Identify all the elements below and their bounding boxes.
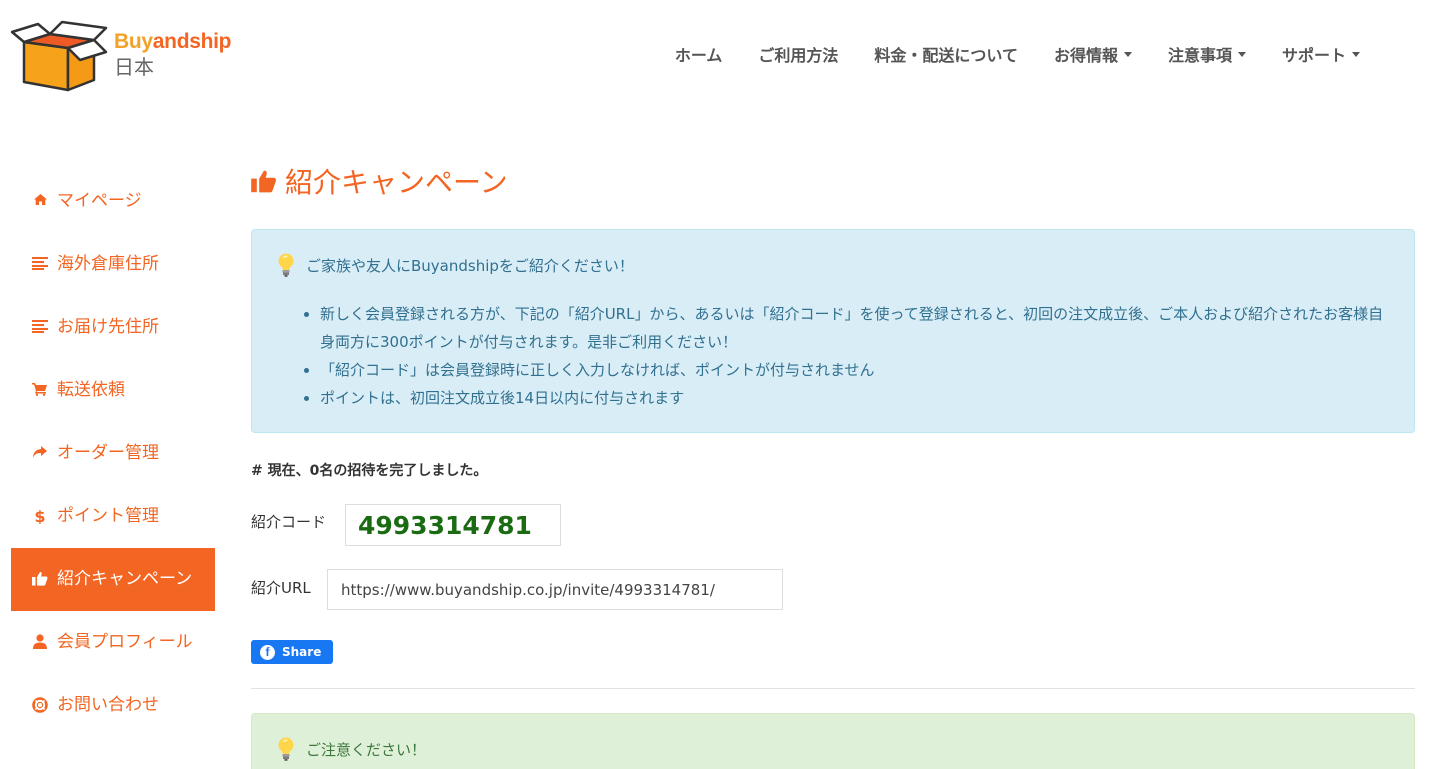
- top-nav: ホーム ご利用方法 料金・配送について お得情報 注意事項 サポート: [657, 42, 1378, 66]
- nav-support-dropdown[interactable]: サポート: [1264, 42, 1378, 66]
- list-item: 新しく会員登録される方が、下記の「紹介URL」から、あるいは「紹介コード」を使っ…: [320, 300, 1392, 356]
- brand-region: 日本: [114, 55, 154, 79]
- facebook-share-button[interactable]: f Share: [251, 640, 334, 664]
- nav-pricing-shipping[interactable]: 料金・配送について: [856, 42, 1036, 66]
- home-icon: [31, 193, 49, 206]
- caret-down-icon: [1237, 51, 1246, 57]
- list-item: ポイントは、初回注文成立後14日以内に付与されます: [320, 384, 1392, 412]
- referral-url-row: 紹介URL https://www.buyandship.co.jp/invit…: [251, 569, 1415, 610]
- referral-code-row: 紹介コード 4993314781: [251, 504, 1415, 546]
- caret-down-icon: [1123, 51, 1132, 57]
- referral-info-alert: ご家族や友人にBuyandshipをご紹介ください！ 新しく会員登録される方が、…: [251, 229, 1415, 433]
- referral-url-field[interactable]: https://www.buyandship.co.jp/invite/4993…: [327, 569, 783, 610]
- nav-notices-dropdown[interactable]: 注意事項: [1150, 42, 1264, 66]
- nav-home[interactable]: ホーム: [657, 42, 741, 66]
- sidebar-item-mypage[interactable]: マイページ: [11, 170, 215, 233]
- referral-info-list: 新しく会員登録される方が、下記の「紹介URL」から、あるいは「紹介コード」を使っ…: [276, 300, 1392, 412]
- share-arrow-icon: [31, 445, 49, 459]
- sidebar-item-overseas-warehouse[interactable]: 海外倉庫住所: [11, 233, 215, 296]
- notice-heading: ご注意ください！: [306, 740, 427, 759]
- list-icon: [31, 256, 49, 270]
- box-logo-icon: [10, 20, 108, 92]
- nav-how-to-use[interactable]: ご利用方法: [740, 42, 856, 66]
- cart-icon: [31, 382, 49, 396]
- dollar-icon: $: [31, 508, 49, 524]
- sidebar-item-member-profile[interactable]: 会員プロフィール: [11, 611, 215, 674]
- sidebar-item-forwarding-request[interactable]: 転送依頼: [11, 359, 215, 422]
- lightbulb-icon: [276, 252, 296, 278]
- caret-down-icon: [1352, 51, 1360, 57]
- logo[interactable]: Buyandship 日本: [10, 20, 240, 92]
- user-icon: [31, 634, 49, 649]
- divider: [251, 688, 1415, 689]
- list-item: 「紹介コード」は会員登録時に正しく入力しなければ、ポイントが付与されません: [320, 356, 1392, 384]
- nav-deals-dropdown[interactable]: お得情報: [1036, 42, 1150, 66]
- referral-info-heading: ご家族や友人にBuyandshipをご紹介ください！: [306, 256, 634, 275]
- main-content: 紹介キャンペーン ご家族や友人にBuyandshipをご紹介ください！ 新しく会…: [251, 160, 1415, 769]
- lightbulb-icon: [276, 736, 296, 762]
- sidebar-item-delivery-address[interactable]: お届け先住所: [11, 296, 215, 359]
- page-title: 紹介キャンペーン: [251, 160, 1415, 202]
- notice-alert: ご注意ください！: [251, 713, 1415, 769]
- facebook-icon: f: [260, 644, 275, 660]
- lifebuoy-icon: [31, 697, 49, 713]
- thumbs-up-icon: [251, 169, 277, 193]
- referral-code-value[interactable]: 4993314781: [345, 504, 561, 546]
- sidebar-item-contact[interactable]: お問い合わせ: [11, 674, 215, 737]
- thumbs-up-icon: [31, 571, 49, 586]
- referral-code-label: 紹介コード: [251, 513, 327, 531]
- svg-text:$: $: [34, 508, 45, 524]
- sidebar-item-points[interactable]: $ ポイント管理: [11, 485, 215, 548]
- invite-count-text: # 現在、0名の招待を完了しました。: [251, 463, 488, 479]
- brand-name: Buyandship: [114, 30, 232, 53]
- sidebar: マイページ 海外倉庫住所 お届け先住所 転送依頼 オーダー管理 $ ポイント管理: [11, 170, 215, 737]
- sidebar-item-order-management[interactable]: オーダー管理: [11, 422, 215, 485]
- list-icon: [31, 319, 49, 333]
- sidebar-item-referral-campaign[interactable]: 紹介キャンペーン: [11, 548, 215, 611]
- referral-url-label: 紹介URL: [251, 579, 311, 597]
